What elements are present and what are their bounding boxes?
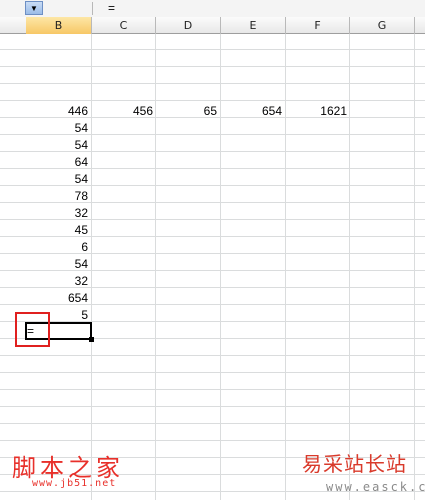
column-header-e[interactable]: E — [221, 17, 286, 34]
column-header-g[interactable]: G — [350, 17, 415, 34]
cell-b[interactable]: 45 — [28, 222, 88, 238]
gridline — [91, 17, 92, 500]
namebox-dropdown-icon[interactable]: ▼ — [25, 1, 43, 15]
gridline — [349, 17, 350, 500]
gridline — [414, 17, 415, 500]
cell-b[interactable]: 54 — [28, 120, 88, 136]
formula-bar: ▼ = — [0, 0, 425, 18]
gridline — [155, 17, 156, 500]
cell-b[interactable]: 654 — [28, 290, 88, 306]
column-header-d[interactable]: D — [156, 17, 221, 34]
cell-e[interactable]: 654 — [224, 103, 282, 119]
watermark-left-url: www.jb51.net — [32, 478, 117, 489]
watermark-right: 易采站长站 — [302, 452, 407, 476]
gridline — [220, 17, 221, 500]
formula-input[interactable]: = — [108, 1, 115, 15]
cell-b[interactable]: 54 — [28, 171, 88, 187]
cell-b[interactable]: 54 — [28, 256, 88, 272]
cell-b[interactable]: 54 — [28, 137, 88, 153]
cell-b[interactable]: 446 — [28, 103, 88, 119]
column-header-f[interactable]: F — [286, 17, 350, 34]
cell-d[interactable]: 65 — [159, 103, 217, 119]
cell-b[interactable]: 6 — [28, 239, 88, 255]
column-header-row: B C D E F G — [0, 17, 425, 34]
cell-b[interactable]: 64 — [28, 154, 88, 170]
cell-f[interactable]: 1621 — [289, 103, 347, 119]
cell-b[interactable]: 32 — [28, 205, 88, 221]
cell-b[interactable]: 32 — [28, 273, 88, 289]
fill-handle[interactable] — [89, 337, 94, 342]
cell-c[interactable]: 456 — [95, 103, 153, 119]
gridline — [285, 17, 286, 500]
watermark-right-url: www.easck.com — [326, 480, 425, 494]
highlight-box — [15, 312, 50, 347]
column-header-b[interactable]: B — [26, 17, 92, 34]
formula-bar-separator — [92, 2, 93, 15]
column-header-c[interactable]: C — [92, 17, 156, 34]
cell-b[interactable]: 78 — [28, 188, 88, 204]
